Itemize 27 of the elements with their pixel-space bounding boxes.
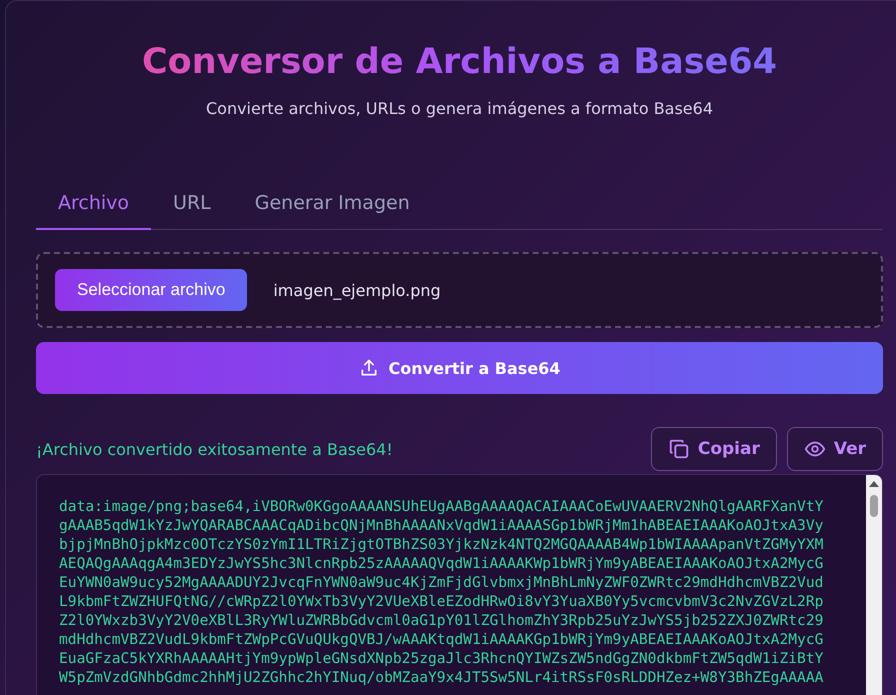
- code-line: data:image/png;base64,iVBORw0KGgoAAAANSUhEUgAABgAAAAQACAIAAACoEwUVAAERV2NhQlgAARFXanVtY: [59, 497, 824, 516]
- code-line: mdHdhcmVBZ2VudL9kbmFtZWpPcGVuQUkgQVBJ/wAAAKtqdW1iAAAAKGp1bWRjYm9yABEAEIAAAKoAOJtxA2MycG: [59, 630, 824, 649]
- base64-output[interactable]: [36, 474, 883, 695]
- code-line: Z2l0YWxzb3VyY2V0eXBlL3RyYWluZWRBbGdvcml0aG1pY01lZGlhomZhY3Rpb25uYzJwYS5jb252ZXJ0ZWRtc29: [59, 611, 824, 630]
- code-line: gAAAB5qdW1kYzJwYQARABCAAACqADibcQNjMnBhAAAANxVqdW1iAAAASGp1bWRjMm1hABEAEIAAAKoAOJtxA3Vy: [59, 516, 824, 535]
- tab[interactable]: Archivo: [36, 182, 152, 230]
- file-drop-zone[interactable]: Seleccionar archivo imagen_ejemplo.png: [36, 252, 883, 328]
- copy-icon: [668, 438, 690, 460]
- success-message: ¡Archivo convertido exitosamente a Base64!: [36, 440, 393, 458]
- code-line: AEQAQgAAAqgA4m3EDYzJwYS5hc3NlcnRpb25zAAAAAQVqdW1iAAAAKWp1bWRjYm9yABEAEIAAAKoAOJtxA2MycG: [59, 554, 824, 573]
- code-line: EuYWN0aW9ucy52MgAAAADUY2JvcqFnYWN0aW9uc4KjZmFjdGlvbmxjMnBhLmNyZWF0ZWRtc29mdHdhcmVBZ2Vud: [59, 573, 824, 592]
- tab[interactable]: URL: [151, 182, 233, 230]
- scrollbar[interactable]: [866, 475, 882, 695]
- convert-button[interactable]: Convertir a Base64: [36, 342, 883, 394]
- copy-button[interactable]: Copiar: [650, 427, 777, 471]
- scroll-up-icon: [869, 481, 879, 487]
- code-line: L9kbmFtZWZHUFQtNG//cWRpZ2l0YWxTb3VyY2VUeXBleEZodHRwOi8vY3YuaXB0Yy5vcmcvbmV3c2NvZGVzL2Rp: [59, 592, 824, 611]
- scroll-thumb[interactable]: [870, 495, 878, 517]
- upload-icon: [358, 358, 379, 378]
- code-line: EuaGFzaC5kYXRhAAAAAHtjYm9ypWpleGNsdXNpb25zgaJlc3RhcnQYIWZsZW5ndGgZN0dkbmFtZW5qdW1iZiBtY: [59, 649, 824, 668]
- code-line: bjpjMnBhOjpkMzc0OTczYS0zYmI1LTRiZjgtOTBhZS03YjkzNzk4NTQ2MGQAAAAB4Wp1bWIAAAApanVtZGMyYXM: [59, 535, 824, 554]
- tab[interactable]: Generar Imagen: [232, 182, 432, 230]
- code-line: W5pZmVzdGNhbGdmc2hhMjU2ZGhhc2hYINuq/obMZaaY9x4JT5Sw5NLr4itRSsF0sRLDDHZez+W8Y3BhZEgAAAAA: [59, 668, 824, 687]
- page-subtitle: Convierte archivos, URLs o genera imágenes a formato Base64: [204, 99, 714, 118]
- file-name: imagen_ejemplo.png: [273, 280, 441, 300]
- select-file-button[interactable]: Seleccionar archivo: [55, 269, 248, 311]
- view-button[interactable]: Ver: [786, 427, 883, 471]
